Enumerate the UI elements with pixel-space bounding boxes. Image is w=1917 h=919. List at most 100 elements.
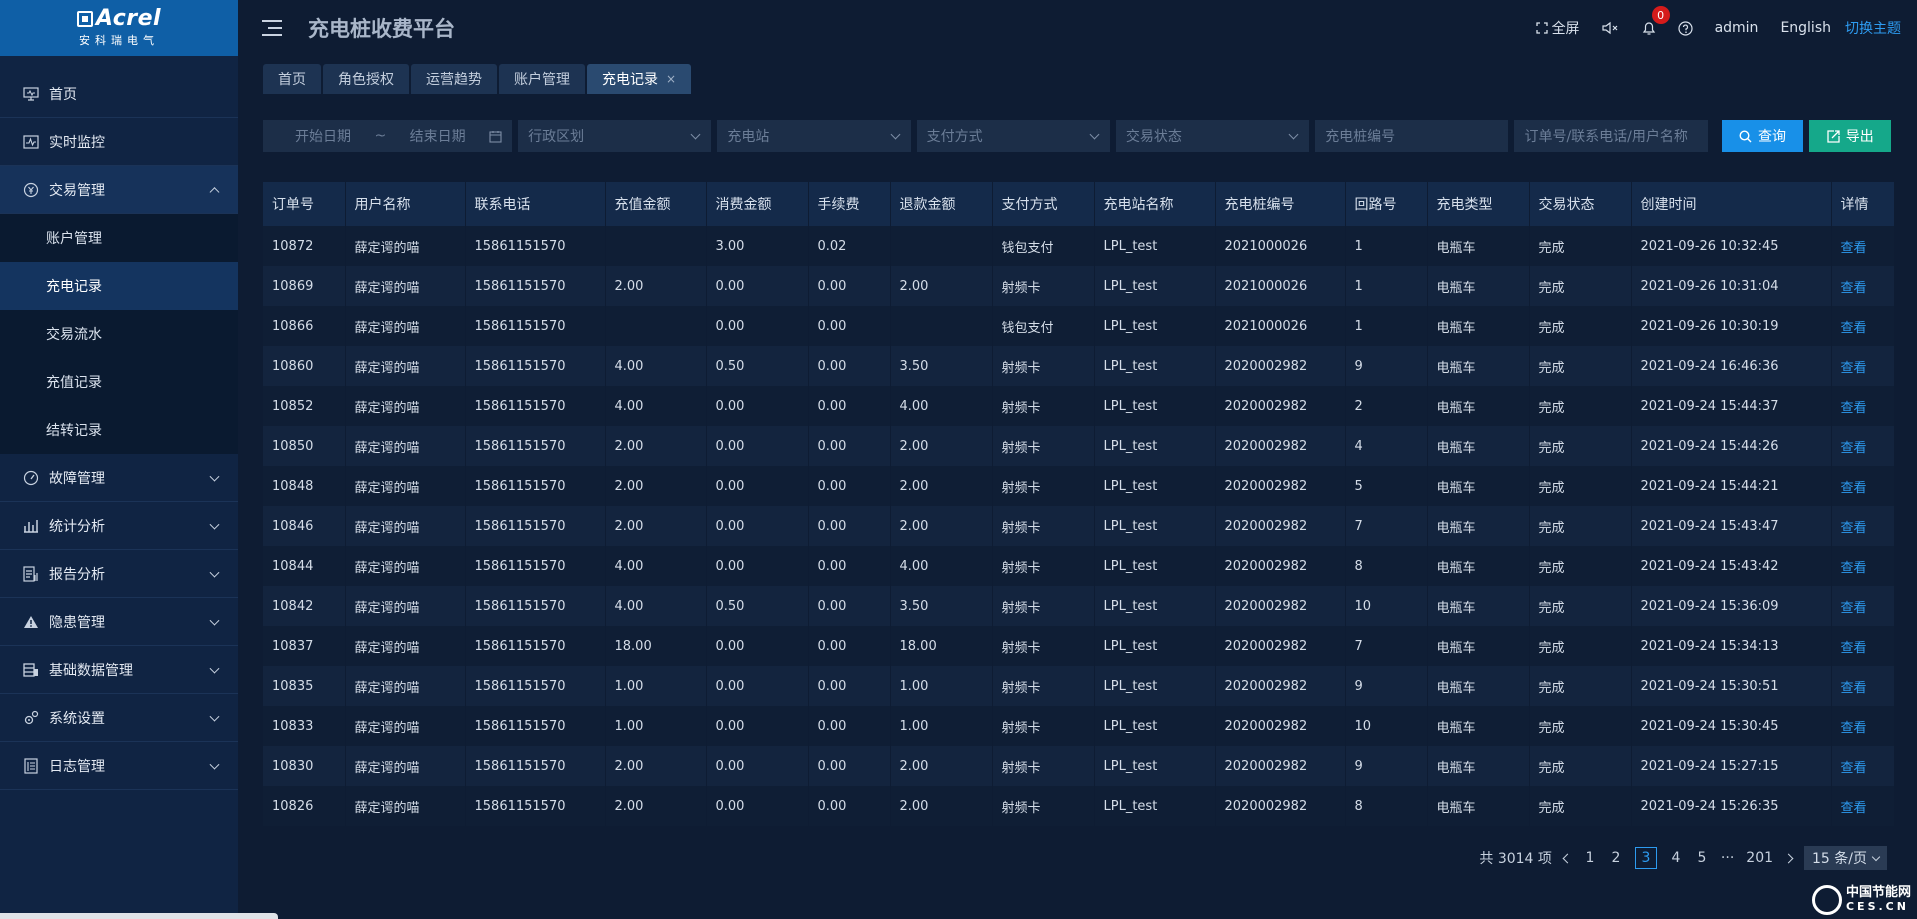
page-button[interactable]: 1 [1583, 850, 1597, 866]
table-cell: 完成 [1529, 666, 1632, 706]
view-detail-link[interactable]: 查看 [1841, 561, 1867, 576]
view-detail-link[interactable]: 查看 [1841, 681, 1867, 696]
column-header[interactable]: 充值金额 [605, 182, 707, 226]
table-cell: 查看 [1831, 266, 1895, 306]
column-header[interactable]: 支付方式 [992, 182, 1095, 226]
view-detail-link[interactable]: 查看 [1841, 521, 1867, 536]
region-select[interactable]: 行政区划 [518, 120, 712, 152]
query-button[interactable]: 查询 [1721, 120, 1804, 152]
column-header[interactable]: 手续费 [808, 182, 891, 226]
sidebar-item-gear[interactable]: 系统设置 [0, 694, 238, 742]
column-header[interactable]: 交易状态 [1529, 182, 1632, 226]
view-detail-link[interactable]: 查看 [1841, 401, 1867, 416]
keyword-search-input[interactable]: 订单号/联系电话/用户名称 [1514, 120, 1708, 152]
view-detail-link[interactable]: 查看 [1841, 241, 1867, 256]
table-cell: 15861151570 [465, 506, 606, 546]
end-date-input[interactable]: 结束日期 [410, 126, 466, 146]
tab[interactable]: 账户管理 [499, 64, 585, 94]
table-cell: 薛定谔的喵 [345, 586, 466, 626]
sidebar-item-pulse[interactable]: 实时监控 [0, 118, 238, 166]
column-header[interactable]: 用户名称 [345, 182, 466, 226]
table-cell: 10833 [263, 706, 346, 746]
column-header[interactable]: 充电桩编号 [1215, 182, 1346, 226]
sidebar-item-monitor[interactable]: 首页 [0, 70, 238, 118]
station-select[interactable]: 充电站 [717, 120, 911, 152]
submenu-item[interactable]: 交易流水 [0, 310, 238, 358]
brand-logo[interactable]: Acrel 安科瑞电气 [0, 0, 238, 56]
tab[interactable]: 角色授权 [323, 64, 409, 94]
table-cell [890, 306, 993, 346]
user-menu[interactable]: admin [1715, 20, 1759, 36]
last-page-button[interactable]: 201 [1746, 850, 1773, 866]
view-detail-link[interactable]: 查看 [1841, 361, 1867, 376]
submenu-item[interactable]: 充电记录 [0, 262, 238, 310]
tab-label: 运营趋势 [426, 72, 482, 88]
table-cell: 电瓶车 [1427, 226, 1530, 266]
sidebar-item-database[interactable]: 基础数据管理 [0, 646, 238, 694]
notification-button[interactable]: 0 [1642, 6, 1670, 36]
close-icon[interactable]: × [666, 72, 676, 86]
tab[interactable]: 运营趋势 [411, 64, 497, 94]
next-page-icon[interactable] [1783, 853, 1794, 863]
menu-toggle-icon[interactable] [262, 20, 282, 36]
table-cell: 完成 [1529, 786, 1632, 826]
view-detail-link[interactable]: 查看 [1841, 441, 1867, 456]
page-ellipsis[interactable]: ··· [1721, 850, 1734, 866]
view-detail-link[interactable]: 查看 [1841, 281, 1867, 296]
page-button[interactable]: 4 [1669, 850, 1683, 866]
column-header[interactable]: 订单号 [263, 182, 346, 226]
date-range-picker[interactable]: 开始日期 ~ 结束日期 [263, 120, 513, 152]
sidebar-item-speedometer[interactable]: 故障管理 [0, 454, 238, 502]
page-button[interactable]: 2 [1609, 850, 1623, 866]
view-detail-link[interactable]: 查看 [1841, 321, 1867, 336]
column-header[interactable]: 创建时间 [1631, 182, 1832, 226]
export-button[interactable]: 导出 [1809, 120, 1892, 152]
table-cell: 2 [1345, 386, 1428, 426]
view-detail-link[interactable]: 查看 [1841, 601, 1867, 616]
sidebar-item-report[interactable]: 报告分析 [0, 550, 238, 598]
mute-button[interactable] [1601, 21, 1620, 35]
tab[interactable]: 首页 [263, 64, 321, 94]
column-header[interactable]: 联系电话 [465, 182, 606, 226]
table-cell: 10835 [263, 666, 346, 706]
table-cell: 薛定谔的喵 [345, 346, 466, 386]
pile-number-input[interactable]: 充电桩编号 [1315, 120, 1509, 152]
submenu-item[interactable]: 充值记录 [0, 358, 238, 406]
help-button[interactable] [1677, 20, 1693, 36]
page-button-current[interactable]: 3 [1634, 847, 1657, 869]
view-detail-link[interactable]: 查看 [1841, 801, 1867, 816]
trade-status-select[interactable]: 交易状态 [1115, 120, 1310, 152]
table-cell: 薛定谔的喵 [345, 306, 466, 346]
table-cell: 2021-09-26 10:30:19 [1631, 306, 1832, 346]
table-cell: 2021-09-24 15:43:42 [1631, 546, 1832, 586]
column-header[interactable]: 充电站名称 [1094, 182, 1216, 226]
fullscreen-button[interactable]: 全屏 [1535, 18, 1580, 38]
table-cell: 2021000026 [1215, 266, 1346, 306]
submenu-item[interactable]: 账户管理 [0, 214, 238, 262]
column-header[interactable]: 详情 [1831, 182, 1895, 226]
table-cell: 10837 [263, 626, 346, 666]
sidebar-item-log[interactable]: 日志管理 [0, 742, 238, 790]
view-detail-link[interactable]: 查看 [1841, 761, 1867, 776]
sidebar-item-bar-chart[interactable]: 统计分析 [0, 502, 238, 550]
view-detail-link[interactable]: 查看 [1841, 481, 1867, 496]
page-button[interactable]: 5 [1695, 850, 1709, 866]
submenu-item[interactable]: 结转记录 [0, 406, 238, 454]
prev-page-icon[interactable] [1562, 853, 1573, 863]
column-header[interactable]: 退款金额 [890, 182, 993, 226]
view-detail-link[interactable]: 查看 [1841, 721, 1867, 736]
tab[interactable]: 充电记录 × [587, 64, 692, 94]
sidebar-item-warning[interactable]: 隐患管理 [0, 598, 238, 646]
column-header[interactable]: 消费金额 [706, 182, 809, 226]
language-switch[interactable]: English [1780, 20, 1831, 36]
sidebar-item-money[interactable]: 交易管理 [0, 166, 238, 214]
view-detail-link[interactable]: 查看 [1841, 641, 1867, 656]
column-header[interactable]: 充电类型 [1427, 182, 1530, 226]
page-size-select[interactable]: 15 条/页 [1804, 846, 1887, 870]
switch-theme-link[interactable]: 切换主题 [1845, 18, 1901, 38]
table-cell: 1 [1345, 226, 1428, 266]
payment-method-select[interactable]: 支付方式 [916, 120, 1110, 152]
column-header[interactable]: 回路号 [1345, 182, 1428, 226]
start-date-input[interactable]: 开始日期 [295, 126, 351, 146]
table-cell: 完成 [1529, 386, 1632, 426]
